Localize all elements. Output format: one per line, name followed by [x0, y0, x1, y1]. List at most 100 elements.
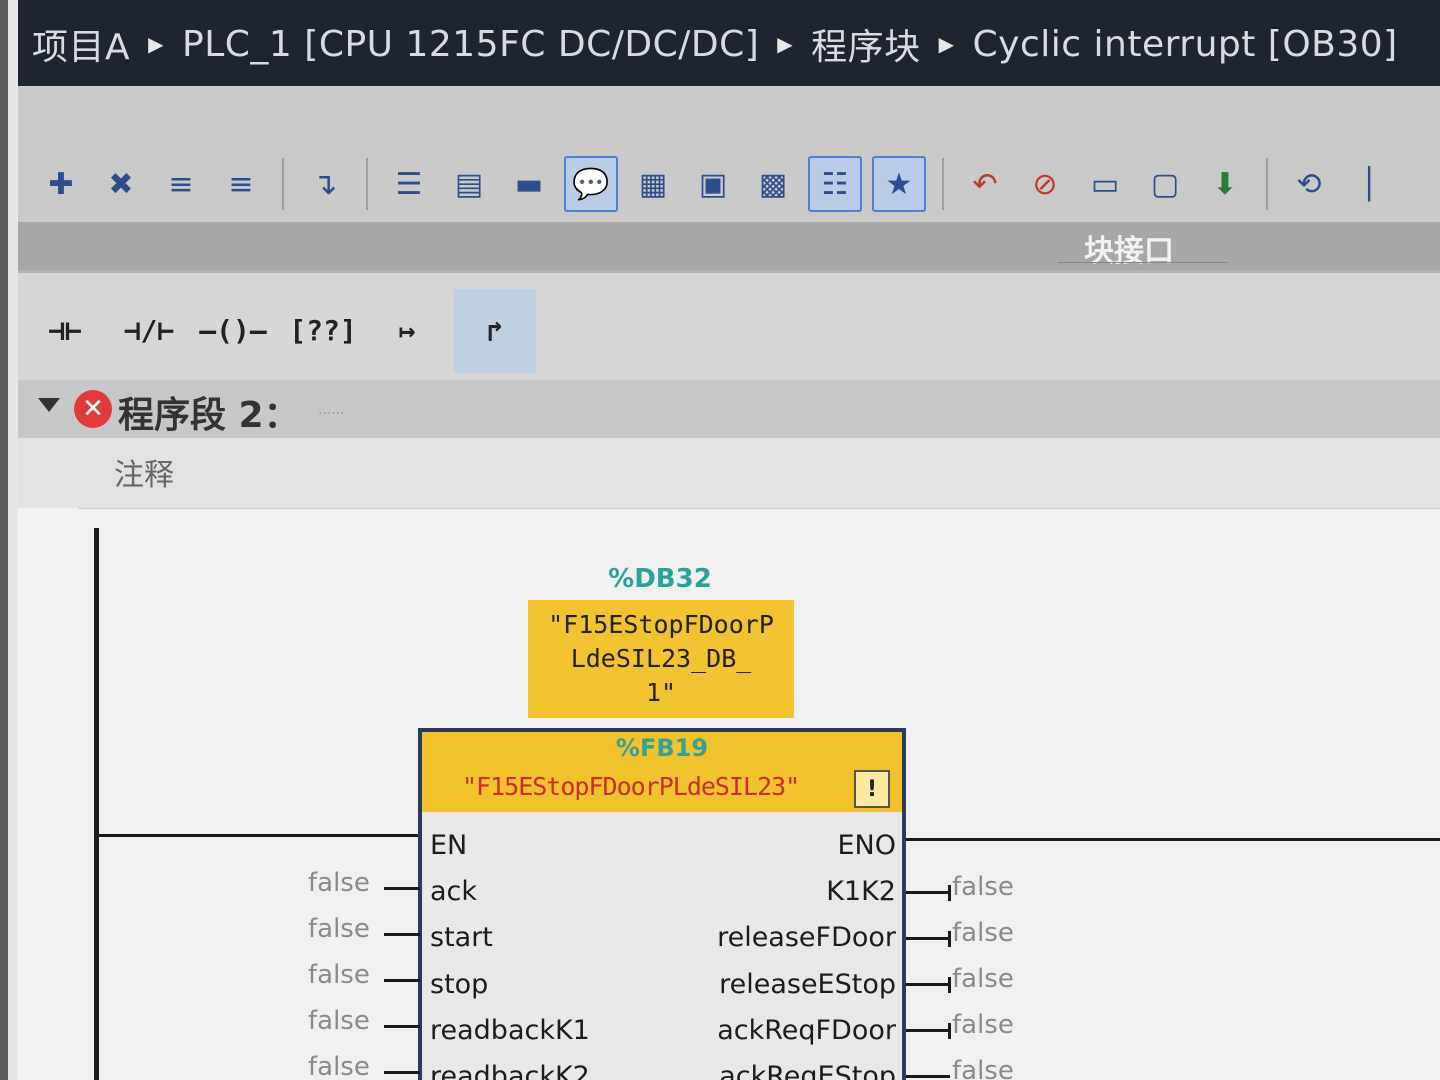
power-rail: [94, 528, 99, 1080]
expand-all-icon[interactable]: ☰: [384, 159, 434, 209]
output-wire: [906, 891, 950, 894]
jump-icon[interactable]: ↴: [300, 159, 350, 209]
clear-monitor-icon[interactable]: ↶: [960, 159, 1010, 209]
symbolic-info-icon[interactable]: ▩: [748, 159, 798, 209]
more-icon[interactable]: │: [1344, 159, 1394, 209]
output-wire-cap: [948, 977, 951, 993]
empty-box-button[interactable]: [??]: [288, 299, 358, 361]
instance-db-name-line: "F15EStopFDoorP: [548, 610, 774, 639]
snapshot-icon[interactable]: ▢: [1140, 159, 1190, 209]
open-branch-button[interactable]: ↦: [372, 299, 442, 361]
warning-icon[interactable]: !: [854, 770, 890, 808]
input-wire: [384, 1025, 420, 1028]
function-block-box[interactable]: %FB19 "F15EStopFDoorPLdeSIL23" ! EN ENO …: [418, 728, 906, 1080]
input-operand[interactable]: false: [308, 1052, 370, 1080]
error-icon: ✕: [74, 390, 112, 428]
close-all-networks-icon[interactable]: ▬: [504, 159, 554, 209]
input-wire: [384, 933, 420, 936]
power-wire-eno: [906, 838, 1440, 841]
pin-output: ackReqFDoor: [717, 1015, 896, 1046]
instance-db-address: %DB32: [608, 564, 712, 594]
open-all-networks-icon[interactable]: ▤: [444, 159, 494, 209]
pin-input: readbackK1: [430, 1015, 590, 1046]
output-wire: [906, 1075, 950, 1078]
toolbar-separator: [366, 158, 368, 210]
delete-network-icon[interactable]: ✖: [96, 159, 146, 209]
download-icon[interactable]: ⬇: [1200, 159, 1250, 209]
output-operand[interactable]: false: [952, 1010, 1014, 1040]
no-contact-button[interactable]: ⊣⊢: [30, 299, 100, 361]
instance-db-name-line: 1": [645, 678, 677, 707]
comment-placeholder: 注释: [114, 458, 174, 493]
stop-monitor-icon[interactable]: ⊘: [1020, 159, 1070, 209]
function-block-header: %FB19 "F15EStopFDoorPLdeSIL23" !: [422, 732, 902, 812]
output-operand[interactable]: false: [952, 872, 1014, 902]
function-block-name[interactable]: "F15EStopFDoorPLdeSIL23": [462, 772, 800, 801]
absolute-operands-icon[interactable]: ▦: [628, 159, 678, 209]
toolbar-separator: [282, 158, 284, 210]
coil-button[interactable]: –()–: [198, 299, 268, 361]
pin-output: releaseEStop: [719, 969, 896, 1000]
editor-toolbar: ✚ ✖ ≡ ≡ ↴ ☰ ▤ ▬ 💬 ▦ ▣ ▩ ☷ ★ ↶ ⊘ ▭ ▢ ⬇ ⟲ …: [18, 146, 1440, 222]
chevron-right-icon: ▶: [777, 32, 794, 56]
network-title: 程序段 2：: [118, 395, 300, 436]
output-wire-cap: [948, 931, 951, 947]
input-operand[interactable]: false: [308, 960, 370, 990]
output-operand[interactable]: false: [952, 1056, 1014, 1080]
block-interface-bar[interactable]: 块接口: [18, 222, 1440, 270]
output-operand[interactable]: false: [952, 918, 1014, 948]
instance-db-operand[interactable]: "F15EStopFDoorP LdeSIL23_DB_ 1": [528, 600, 794, 718]
toolbar-separator: [1266, 158, 1268, 210]
tia-portal-editor: 项目A ▶ PLC_1 [CPU 1215FC DC/DC/DC] ▶ 程序块 …: [0, 0, 1440, 1080]
insert-network-icon[interactable]: ✚: [36, 159, 86, 209]
breadcrumb-project[interactable]: 项目A: [32, 18, 130, 70]
input-operand[interactable]: false: [308, 914, 370, 944]
editor-header-band: [18, 86, 1440, 147]
output-wire-cap: [948, 1023, 951, 1039]
network-title-field[interactable]: ......: [318, 402, 345, 418]
breadcrumb-block[interactable]: Cyclic interrupt [OB30]: [973, 24, 1398, 65]
pin-en: EN: [430, 830, 468, 861]
input-operand[interactable]: false: [308, 868, 370, 898]
pin-output: K1K2: [826, 876, 896, 907]
collapse-triangle-icon[interactable]: [38, 398, 60, 412]
network-header[interactable]: ✕ 程序段 2： ......: [18, 380, 1440, 438]
input-operand[interactable]: false: [308, 1006, 370, 1036]
pin-input: ack: [430, 876, 478, 907]
delete-row-icon[interactable]: ≡: [216, 159, 266, 209]
pin-input: stop: [430, 969, 489, 1000]
breadcrumb-program-blocks[interactable]: 程序块: [811, 18, 921, 70]
ladder-instructions-toolbar: ⊣⊢ ⊣/⊢ –()– [??] ↦ ↱: [18, 270, 1440, 381]
insert-row-icon[interactable]: ≡: [156, 159, 206, 209]
show-comments-icon[interactable]: 💬: [564, 156, 618, 212]
nc-contact-button[interactable]: ⊣/⊢: [114, 299, 184, 361]
left-panel-edge: [0, 0, 18, 1080]
pin-output: ackReqEStop: [719, 1061, 896, 1080]
chevron-right-icon: ▶: [938, 32, 955, 56]
output-wire: [906, 937, 950, 940]
show-favorites-icon[interactable]: ☷: [808, 156, 862, 212]
function-block-address: %FB19: [615, 734, 709, 762]
input-wire: [384, 887, 420, 890]
power-wire-en: [98, 834, 420, 837]
breadcrumb-plc[interactable]: PLC_1 [CPU 1215FC DC/DC/DC]: [182, 24, 759, 65]
output-wire: [906, 983, 950, 986]
ladder-network: %DB32 "F15EStopFDoorP LdeSIL23_DB_ 1" %F…: [18, 508, 1440, 1080]
operand-info-icon[interactable]: ★: [872, 156, 926, 212]
breadcrumb: 项目A ▶ PLC_1 [CPU 1215FC DC/DC/DC] ▶ 程序块 …: [32, 16, 1398, 72]
symbolic-operands-icon[interactable]: ▣: [688, 159, 738, 209]
instance-db-name-line: LdeSIL23_DB_: [570, 644, 752, 673]
monitor-on-icon[interactable]: ⟲: [1284, 159, 1334, 209]
monitor-icon[interactable]: ▭: [1080, 159, 1130, 209]
chevron-right-icon: ▶: [148, 32, 165, 56]
pin-output: releaseFDoor: [717, 922, 896, 953]
pin-input: start: [430, 922, 493, 953]
close-branch-button[interactable]: ↱: [454, 289, 536, 373]
breadcrumb-bar: 项目A ▶ PLC_1 [CPU 1215FC DC/DC/DC] ▶ 程序块 …: [18, 0, 1440, 86]
network-comment[interactable]: 注释: [18, 438, 1440, 508]
output-wire-cap: [948, 885, 951, 901]
input-wire: [384, 979, 420, 982]
output-operand[interactable]: false: [952, 964, 1014, 994]
output-wire: [906, 1029, 950, 1032]
network-border: [78, 508, 1440, 509]
